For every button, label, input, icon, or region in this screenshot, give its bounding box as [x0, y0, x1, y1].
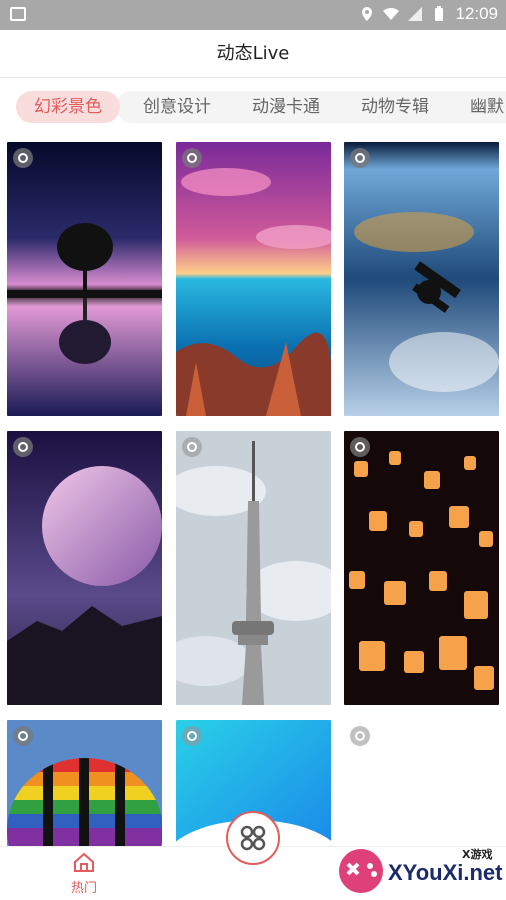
wallpaper-image: [7, 142, 162, 416]
wallpaper-image: [344, 431, 499, 705]
tab-colorful-scenery[interactable]: 幻彩景色: [16, 91, 120, 123]
watermark: X游戏 XYouXi.net: [336, 842, 506, 898]
wallpaper-card-space-station[interactable]: [344, 142, 499, 416]
live-badge-icon: [350, 726, 370, 746]
tab-animals[interactable]: 动物专辑: [361, 91, 429, 123]
wallpaper-card-tree-reflection[interactable]: [7, 142, 162, 416]
live-badge-icon: [350, 437, 370, 457]
watermark-logo-icon: [339, 849, 383, 893]
live-badge-icon: [182, 437, 202, 457]
wallpaper-image: [7, 431, 162, 705]
live-badge-icon: [13, 437, 33, 457]
wallpaper-image: [176, 431, 331, 705]
nav-hot-label: 热门: [70, 881, 97, 896]
status-time: 12:09: [455, 4, 498, 23]
wallpaper-card-sky-lanterns[interactable]: [344, 431, 499, 705]
tab-creative-design[interactable]: 创意设计: [143, 91, 211, 123]
status-bar: 12:09: [0, 0, 506, 30]
category-tabs: 幻彩景色 创意设计 动漫卡通 动物专辑 幽默: [0, 88, 506, 128]
home-icon: [74, 852, 94, 872]
live-badge-icon: [350, 148, 370, 168]
center-menu-button[interactable]: [226, 811, 280, 865]
grid-menu-icon: [240, 825, 266, 851]
watermark-text: XYouXi.net: [388, 860, 503, 885]
wallpaper-card-ocean-coral[interactable]: [176, 142, 331, 416]
image-notification-icon: [10, 7, 26, 21]
battery-icon: [435, 6, 444, 21]
wallpaper-image: [176, 142, 331, 416]
live-badge-icon: [13, 148, 33, 168]
wallpaper-image: [344, 142, 499, 416]
live-badge-icon: [182, 726, 202, 746]
tab-anime-cartoon[interactable]: 动漫卡通: [252, 91, 320, 123]
signal-icon: [408, 7, 423, 21]
location-icon: [362, 7, 373, 21]
nav-hot[interactable]: 热门: [62, 851, 106, 896]
page-title: 动态Live: [0, 30, 506, 78]
wallpaper-card-hot-air-balloon[interactable]: [7, 720, 162, 846]
wallpaper-card-planet[interactable]: [7, 431, 162, 705]
tab-humor[interactable]: 幽默: [470, 91, 506, 123]
wallpaper-card-cn-tower[interactable]: [176, 431, 331, 705]
live-badge-icon: [13, 726, 33, 746]
status-icons: 12:09: [359, 4, 498, 24]
live-badge-icon: [182, 148, 202, 168]
wifi-icon: [383, 7, 400, 20]
wallpaper-card-loading[interactable]: [344, 720, 499, 846]
